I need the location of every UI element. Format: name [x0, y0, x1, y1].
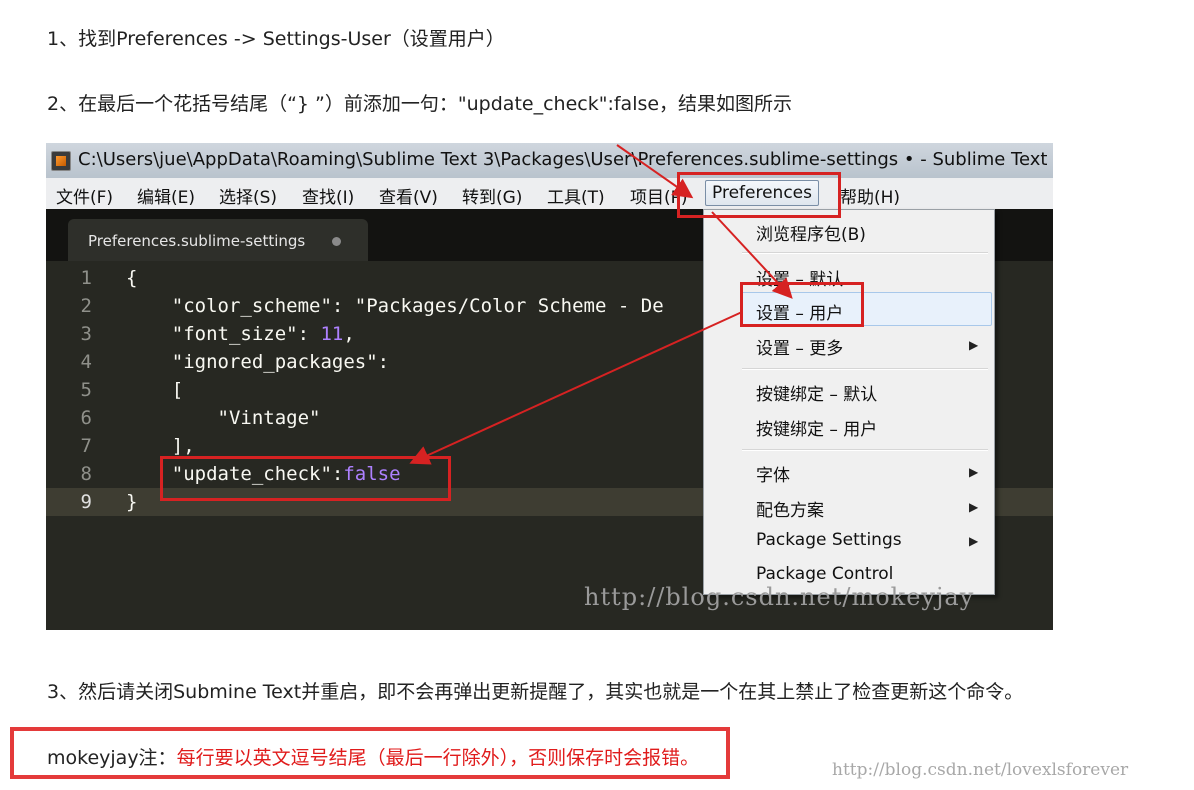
menu-separator — [742, 368, 988, 370]
note-text: mokeyjay注：每行要以英文逗号结尾（最后一行除外），否则保存时会报错。 — [47, 743, 699, 770]
step-1-text: 1、找到Preferences -> Settings-User（设置用户） — [47, 28, 505, 50]
menu-item-settings-more[interactable]: 设置 – 更多 — [756, 334, 843, 359]
window-title: C:\Users\jue\AppData\Roaming\Sublime Tex… — [78, 149, 1048, 170]
code-number: 11 — [320, 323, 344, 345]
line-number: 7 — [80, 435, 92, 457]
code-comma: , — [343, 323, 355, 345]
code-line-3: "font_size": 11, — [126, 323, 355, 345]
submenu-arrow-icon: ▶ — [969, 534, 979, 548]
menu-bar: 文件(F) 编辑(E) 选择(S) 查找(I) 查看(V) 转到(G) 工具(T… — [46, 178, 1053, 210]
preferences-dropdown-menu: 浏览程序包(B) 设置 – 默认 设置 – 用户 设置 – 更多 ▶ 按键绑定 … — [703, 209, 995, 595]
screenshot-watermark: http://blog.csdn.net/mokeyjay — [584, 583, 975, 611]
window-titlebar: C:\Users\jue\AppData\Roaming\Sublime Tex… — [46, 143, 1053, 178]
code-line-9: } — [126, 491, 138, 513]
submenu-arrow-icon: ▶ — [969, 500, 979, 514]
sublime-screenshot: C:\Users\jue\AppData\Roaming\Sublime Tex… — [46, 143, 1053, 630]
code-line-1: { — [126, 267, 138, 289]
note-prefix: mokeyjay注： — [47, 747, 177, 769]
submenu-arrow-icon: ▶ — [969, 338, 979, 352]
menu-edit[interactable]: 编辑(E) — [137, 183, 195, 208]
menu-select[interactable]: 选择(S) — [219, 183, 277, 208]
menu-item-package-settings[interactable]: Package Settings — [756, 530, 902, 550]
sublime-app-icon — [51, 151, 71, 171]
code-line-6: "Vintage" — [126, 407, 321, 429]
menu-item-keybindings-user[interactable]: 按键绑定 – 用户 — [756, 415, 877, 440]
menu-item-browse-packages[interactable]: 浏览程序包(B) — [756, 220, 866, 245]
code-line-2: "color_scheme": "Packages/Color Scheme -… — [126, 295, 664, 317]
note-warning: 每行要以英文逗号结尾（最后一行除外），否则保存时会报错。 — [176, 747, 700, 769]
code-key: "font_size": — [126, 323, 321, 345]
line-number: 2 — [80, 295, 92, 317]
menu-help[interactable]: 帮助(H) — [840, 183, 900, 208]
page-watermark: http://blog.csdn.net/lovexlsforever — [832, 760, 1129, 780]
menu-file[interactable]: 文件(F) — [56, 183, 113, 208]
author-note-box: mokeyjay注：每行要以英文逗号结尾（最后一行除外），否则保存时会报错。 — [10, 727, 730, 779]
tab-label: Preferences.sublime-settings — [88, 232, 306, 250]
menu-separator — [742, 449, 988, 451]
menu-item-keybindings-default[interactable]: 按键绑定 – 默认 — [756, 380, 877, 405]
menu-item-font[interactable]: 字体 — [756, 461, 790, 486]
menu-goto[interactable]: 转到(G) — [462, 183, 522, 208]
step-2-text: 2、在最后一个花括号结尾（“} ”）前添加一句："update_check":f… — [47, 93, 793, 115]
line-number: 3 — [80, 323, 92, 345]
settings-user-highlight-box — [740, 282, 864, 327]
code-line-5: [ — [126, 379, 184, 401]
line-number: 1 — [80, 267, 92, 289]
preferences-highlight-box — [677, 172, 841, 218]
submenu-arrow-icon: ▶ — [969, 465, 979, 479]
menu-tools[interactable]: 工具(T) — [547, 183, 605, 208]
menu-item-color-scheme[interactable]: 配色方案 — [756, 496, 824, 521]
code-line-4: "ignored_packages": — [126, 351, 390, 373]
menu-separator — [742, 252, 988, 254]
menu-view[interactable]: 查看(V) — [379, 183, 438, 208]
line-number: 6 — [80, 407, 92, 429]
line-number: 4 — [80, 351, 92, 373]
step-3-text: 3、然后请关闭Submine Text并重启，即不会再弹出更新提醒了，其实也就是… — [47, 681, 1024, 703]
line-number: 9 — [80, 491, 92, 513]
tab-preferences-settings[interactable]: Preferences.sublime-settings — [68, 219, 368, 261]
update-check-highlight-box — [160, 456, 451, 501]
line-gutter: 1 2 3 4 5 6 7 8 9 — [46, 261, 110, 630]
unsaved-dot-icon[interactable] — [332, 237, 341, 246]
line-number: 5 — [80, 379, 92, 401]
menu-find[interactable]: 查找(I) — [302, 183, 354, 208]
code-line-7: ], — [126, 435, 195, 457]
line-number: 8 — [80, 463, 92, 485]
menu-item-package-control[interactable]: Package Control — [756, 564, 893, 584]
